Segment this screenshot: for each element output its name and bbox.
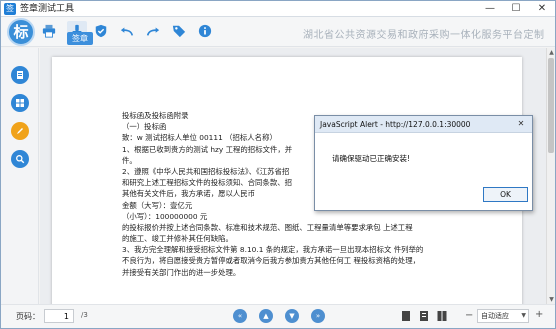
next-page-button[interactable]: ▼: [285, 309, 299, 323]
continuous-view-icon[interactable]: [419, 310, 429, 322]
scroll-up-icon[interactable]: ▲: [547, 48, 556, 57]
thumbnails-icon: [16, 99, 24, 107]
maximize-button[interactable]: ☐: [503, 1, 529, 17]
document-line: 并接受有关部门作出的进一步处理。: [122, 267, 241, 277]
javascript-alert-dialog: JavaScript Alert - http://127.0.0.1:3000…: [314, 115, 533, 211]
document-icon: [17, 71, 23, 79]
app-window: 签 签章测试工具 — ☐ ✕ 标 湖北省公共资源交易和政府采购一体化服务平台定制: [0, 0, 556, 329]
chevron-down-icon: ▼: [521, 312, 526, 319]
page-number-input[interactable]: [44, 309, 74, 323]
vertical-scrollbar[interactable]: ▲ ▼: [546, 48, 555, 304]
platform-watermark: 湖北省公共资源交易和政府采购一体化服务平台定制: [303, 30, 545, 41]
two-page-view-icon[interactable]: [437, 310, 447, 322]
alert-message: 请确保驱动已正确安装!: [332, 154, 411, 163]
undo-icon: [120, 27, 134, 36]
alert-title: JavaScript Alert - http://127.0.0.1:3000…: [315, 116, 532, 133]
document-line: 3、我方完全理解和接受招标文件第 8.10.1 条的规定，我方承诺一旦出现本招标…: [122, 245, 424, 255]
document-button[interactable]: [11, 66, 29, 84]
verify-button[interactable]: [91, 21, 111, 41]
zoom-value: 自动适应: [481, 312, 509, 320]
zoom-select[interactable]: 自动适应 ▼: [477, 309, 529, 323]
document-line: （小写）：100000000 元: [122, 211, 208, 221]
info-icon: [198, 24, 212, 38]
next-page-icon: ▼: [289, 312, 295, 320]
annotate-button[interactable]: [11, 122, 29, 140]
tag-button[interactable]: [169, 21, 189, 41]
last-page-icon: »: [315, 312, 321, 320]
first-page-button[interactable]: «: [233, 309, 247, 323]
page-total: /3: [81, 311, 88, 319]
thumbnails-button[interactable]: [11, 94, 29, 112]
print-button[interactable]: [39, 21, 59, 41]
document-line: 的投标报价并按上述合同条款、标准和技术规范、图纸、工程量清单等要求承包 上述工程: [122, 222, 413, 232]
tag-icon: [172, 25, 186, 38]
zoom-in-button[interactable]: +: [535, 309, 543, 321]
close-button[interactable]: ✕: [529, 1, 555, 17]
alert-close-button[interactable]: ✕: [514, 118, 528, 130]
window-title: 签章测试工具: [20, 4, 75, 14]
logo-icon: 标: [7, 18, 35, 46]
first-page-icon: «: [237, 312, 243, 320]
print-icon: [42, 24, 56, 38]
verify-icon: [95, 24, 107, 38]
search-button[interactable]: [11, 150, 29, 168]
single-page-view-icon[interactable]: [401, 310, 411, 322]
search-icon: [16, 155, 25, 164]
prev-page-icon: ▲: [263, 312, 269, 320]
redo-button[interactable]: [143, 21, 163, 41]
sign-tooltip: 签章: [67, 32, 93, 45]
info-button[interactable]: [195, 21, 215, 41]
alert-ok-button[interactable]: OK: [483, 187, 528, 202]
scroll-down-icon[interactable]: ▼: [547, 295, 556, 304]
zoom-out-button[interactable]: −: [465, 310, 473, 322]
prev-page-button[interactable]: ▲: [259, 309, 273, 323]
scroll-thumb[interactable]: [548, 58, 554, 153]
minimize-button[interactable]: —: [477, 1, 503, 17]
app-icon: 签: [4, 3, 16, 15]
title-bar: 签 签章测试工具 — ☐ ✕: [1, 1, 555, 17]
document-line: 不良行为，将自愿接受贵方暂停或者取消今后我方参加贵方其他任何工 程投标资格的处理…: [122, 256, 420, 266]
last-page-button[interactable]: »: [311, 309, 325, 323]
page-label: 页码：: [16, 312, 40, 321]
annotate-icon: [17, 128, 23, 134]
document-line: 的施工、竣工并修补其任何缺陷。: [122, 234, 233, 244]
redo-icon: [146, 27, 160, 36]
undo-button[interactable]: [117, 21, 137, 41]
status-bar: 页码： /3 « ▲ ▼ » − 自动适应 ▼ +: [1, 304, 555, 328]
left-sidebar: [1, 48, 39, 304]
